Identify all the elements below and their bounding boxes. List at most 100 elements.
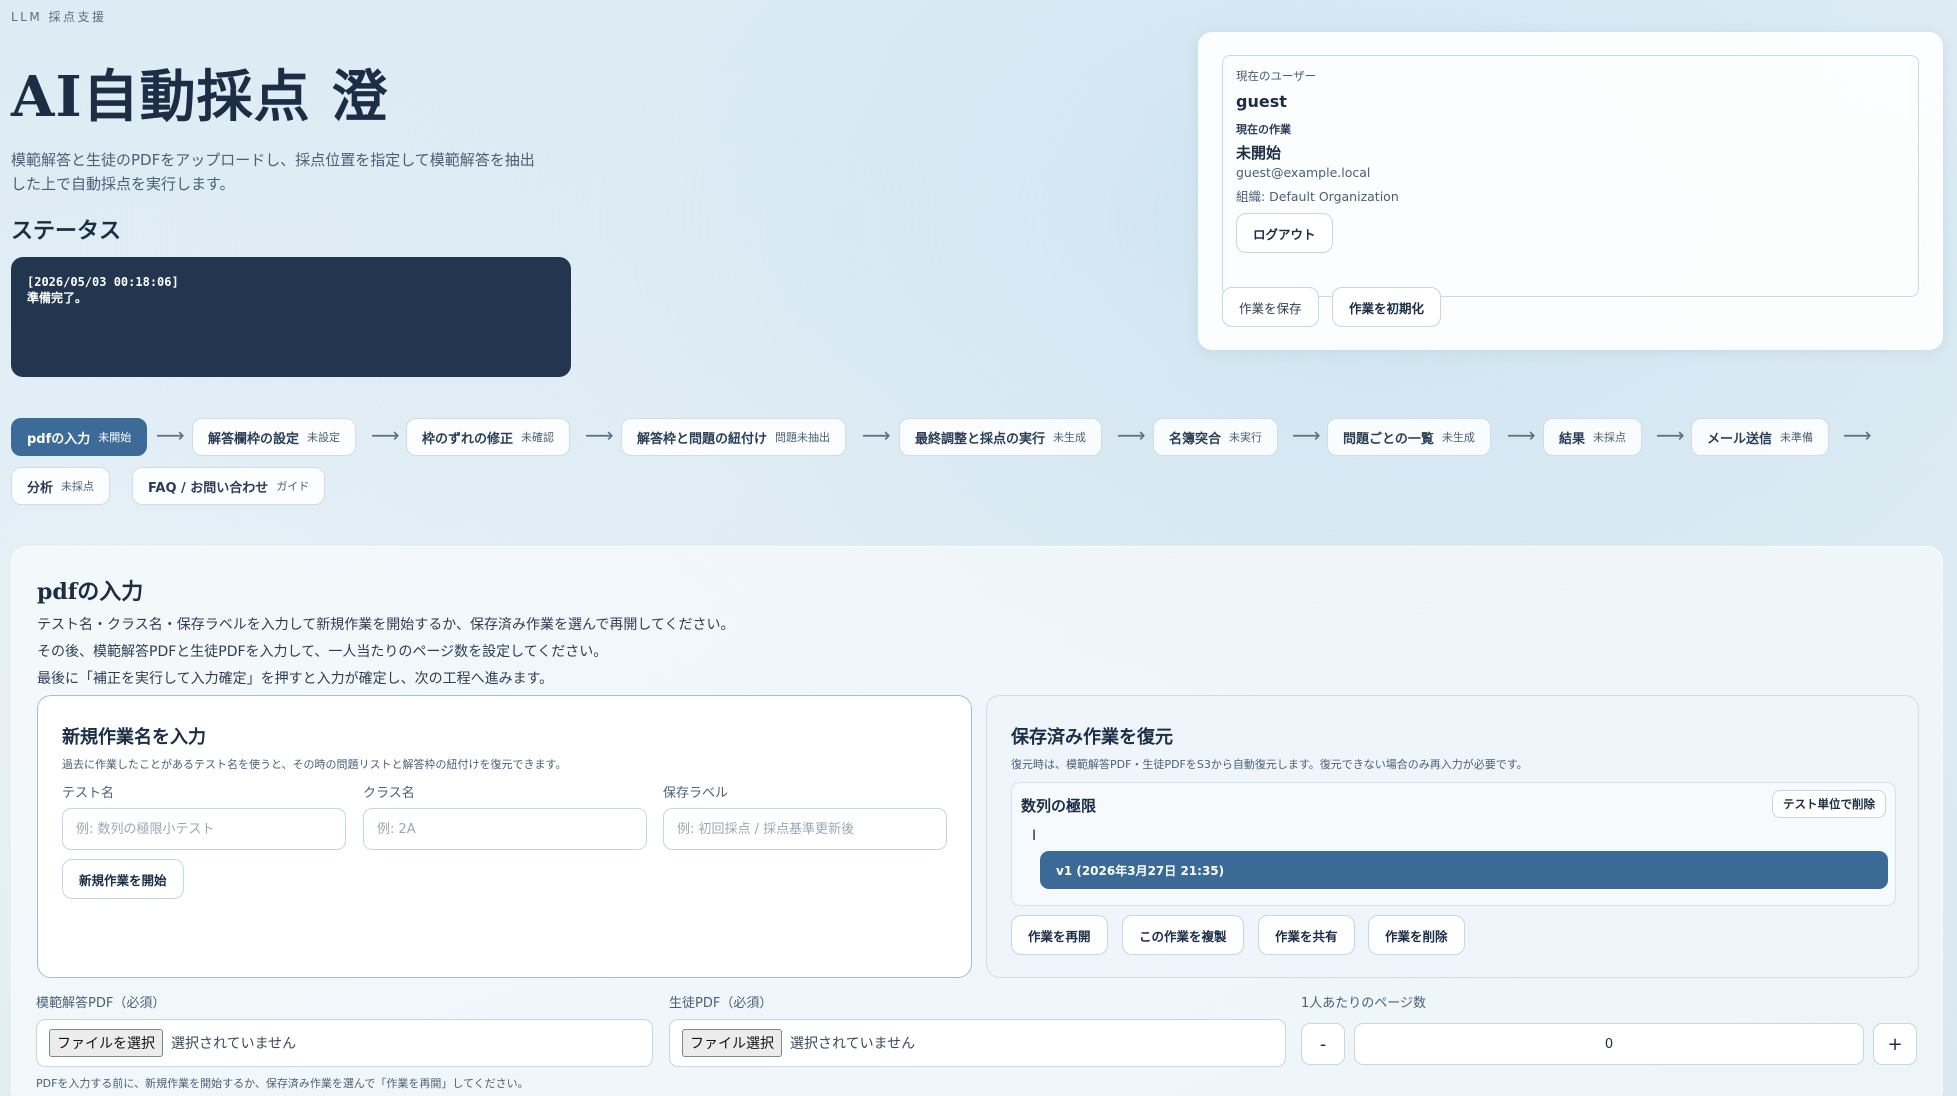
status-heading: ステータス: [11, 218, 122, 244]
student-pdf-status: 選択されていません: [790, 1036, 916, 1052]
console-line: 準備完了。: [27, 291, 88, 305]
test-name-input[interactable]: [62, 808, 346, 850]
current-work-label: 現在の作業: [1236, 123, 1291, 136]
step-label: 解答枠と問題の紐付け: [637, 431, 768, 447]
section-line: その後、模範解答PDFと生徒PDFを入力して、一人当たりのページ数を設定してくだ…: [37, 644, 608, 660]
step-label: FAQ / お問い合わせ: [148, 480, 269, 496]
step-label: 名簿突合: [1169, 431, 1222, 447]
share-work-button[interactable]: 作業を共有: [1258, 915, 1355, 955]
delete-by-test-button[interactable]: テスト単位で削除: [1772, 790, 1886, 818]
step-results[interactable]: 結果 未採点: [1543, 418, 1643, 456]
restore-description: 復元時は、模範解答PDF・生徒PDFをS3から自動復元します。復元できない場合の…: [1011, 758, 1528, 771]
section-line: テスト名・クラス名・保存ラベルを入力して新規作業を開始するか、保存済み作業を選ん…: [37, 617, 735, 633]
pages-per-student-label: 1人あたりのページ数: [1301, 996, 1427, 1011]
step-label: 解答欄枠の設定: [208, 431, 300, 447]
step-status: 未実行: [1229, 431, 1263, 444]
step-final-grading[interactable]: 最終調整と採点の実行 未生成: [899, 418, 1103, 456]
logout-button[interactable]: ログアウト: [1236, 213, 1333, 253]
model-pdf-input: ファイルを選択 選択されていません: [36, 1019, 653, 1067]
class-name-label: クラス名: [363, 786, 415, 801]
app-eyebrow: LLM 採点支援: [11, 10, 107, 24]
app-title: AI自動採点 澄: [11, 64, 389, 130]
app-description: 模範解答と生徒のPDFをアップロードし、採点位置を指定して模範解答を抽出した上で…: [11, 151, 535, 193]
start-new-work-button[interactable]: 新規作業を開始: [62, 859, 184, 899]
section-title: pdfの入力: [37, 579, 144, 605]
step-status: 問題未抽出: [775, 431, 831, 444]
step-frame-link[interactable]: 解答枠と問題の紐付け 問題未抽出: [621, 418, 847, 456]
section-line: 最後に「補正を実行して入力確定」を押すと入力が確定し、次の工程へ進みます。: [37, 671, 554, 687]
arrow-icon: ⟶: [585, 423, 614, 447]
model-pdf-label: 模範解答PDF（必須）: [36, 996, 166, 1011]
model-pdf-status: 選択されていません: [171, 1036, 297, 1052]
saved-test-name: 数列の極限: [1021, 797, 1097, 815]
step-status: 未確認: [521, 431, 555, 444]
arrow-icon: ⟶: [1507, 423, 1536, 447]
student-pdf-input: ファイル選択 選択されていません: [669, 1019, 1286, 1067]
arrow-icon: ⟶: [1656, 423, 1685, 447]
arrow-icon: ⟶: [371, 423, 400, 447]
new-work-title: 新規作業名を入力: [62, 727, 206, 748]
input-note: PDFを入力する前に、新規作業を開始するか、保存済み作業を選んで「作業を再開」し…: [36, 1077, 529, 1090]
resume-work-button[interactable]: 作業を再開: [1011, 915, 1108, 955]
arrow-icon: ⟶: [1117, 423, 1146, 447]
reset-work-button[interactable]: 作業を初期化: [1332, 287, 1442, 327]
step-status: ガイド: [276, 480, 310, 493]
step-status: 未開始: [98, 431, 132, 444]
user-email: guest@example.local: [1236, 165, 1371, 180]
arrow-icon: ⟶: [1292, 423, 1321, 447]
step-faq[interactable]: FAQ / お問い合わせ ガイド: [132, 467, 326, 505]
step-status: 未採点: [61, 480, 95, 493]
text-cursor: I: [1032, 828, 1037, 844]
pdf-input-section: pdfの入力 テスト名・クラス名・保存ラベルを入力して新規作業を開始するか、保存…: [11, 546, 1943, 1096]
arrow-icon: ⟶: [1843, 423, 1872, 447]
current-work-status: 未開始: [1236, 144, 1282, 162]
pages-per-student-value[interactable]: 0: [1354, 1023, 1864, 1065]
step-frame-adjust[interactable]: 枠のずれの修正 未確認: [406, 418, 571, 456]
saved-test-group: 数列の極限 テスト単位で削除 I v1 (2026年3月27日 21:35): [1011, 782, 1896, 906]
section-description: テスト名・クラス名・保存ラベルを入力して新規作業を開始するか、保存済み作業を選ん…: [37, 612, 734, 693]
step-status: 未生成: [1053, 431, 1087, 444]
class-name-input[interactable]: [363, 808, 647, 850]
console-line: [2026/05/03 00:18:06]: [27, 275, 179, 289]
student-pdf-choose-button[interactable]: ファイル選択: [682, 1029, 782, 1057]
current-user-name: guest: [1236, 92, 1287, 111]
saved-version-item[interactable]: v1 (2026年3月27日 21:35): [1040, 851, 1888, 889]
new-work-description: 過去に作業したことがあるテスト名を使うと、その時の問題リストと解答枠の紐付けを復…: [62, 758, 567, 771]
test-name-label: テスト名: [62, 786, 115, 801]
student-pdf-label: 生徒PDF（必須）: [669, 996, 773, 1011]
step-status: 未採点: [1593, 431, 1627, 444]
step-answer-frame[interactable]: 解答欄枠の設定 未設定: [192, 418, 357, 456]
save-label-label: 保存ラベル: [663, 786, 729, 801]
step-label: 分析: [27, 480, 54, 496]
step-mail[interactable]: メール送信 未準備: [1691, 418, 1830, 456]
save-work-button[interactable]: 作業を保存: [1222, 287, 1319, 327]
step-status: 未生成: [1441, 431, 1475, 444]
increment-button[interactable]: +: [1873, 1023, 1917, 1065]
step-status: 未準備: [1780, 431, 1814, 444]
step-label: pdfの入力: [27, 431, 91, 447]
model-pdf-choose-button[interactable]: ファイルを選択: [49, 1029, 163, 1057]
restore-title: 保存済み作業を復元: [1011, 727, 1173, 748]
step-status: 未設定: [307, 431, 341, 444]
step-label: 結果: [1559, 431, 1586, 447]
step-roster[interactable]: 名簿突合 未実行: [1153, 418, 1279, 456]
new-work-panel: 新規作業名を入力 過去に作業したことがあるテスト名を使うと、その時の問題リストと…: [37, 695, 972, 978]
arrow-icon: ⟶: [156, 423, 185, 447]
duplicate-work-button[interactable]: この作業を複製: [1122, 915, 1244, 955]
decrement-button[interactable]: -: [1301, 1023, 1345, 1065]
step-label: 問題ごとの一覧: [1343, 431, 1434, 447]
step-label: 枠のずれの修正: [422, 431, 514, 447]
restore-work-panel: 保存済み作業を復元 復元時は、模範解答PDF・生徒PDFをS3から自動復元します…: [986, 695, 1919, 978]
delete-work-button[interactable]: 作業を削除: [1368, 915, 1465, 955]
step-label: 最終調整と採点の実行: [915, 431, 1046, 447]
user-card: 現在のユーザー guest 現在の作業 未開始 guest@example.lo…: [1198, 32, 1943, 350]
status-console: [2026/05/03 00:18:06] 準備完了。: [11, 257, 571, 377]
user-organization: 組織: Default Organization: [1236, 189, 1399, 204]
step-question-list[interactable]: 問題ごとの一覧 未生成: [1327, 418, 1491, 456]
user-info-box: 現在のユーザー guest 現在の作業 未開始 guest@example.lo…: [1222, 55, 1919, 297]
arrow-icon: ⟶: [862, 423, 891, 447]
save-label-input[interactable]: [663, 808, 947, 850]
step-label: メール送信: [1707, 431, 1773, 447]
step-analysis[interactable]: 分析 未採点: [11, 467, 111, 505]
step-pdf-input[interactable]: pdfの入力 未開始: [11, 418, 148, 456]
